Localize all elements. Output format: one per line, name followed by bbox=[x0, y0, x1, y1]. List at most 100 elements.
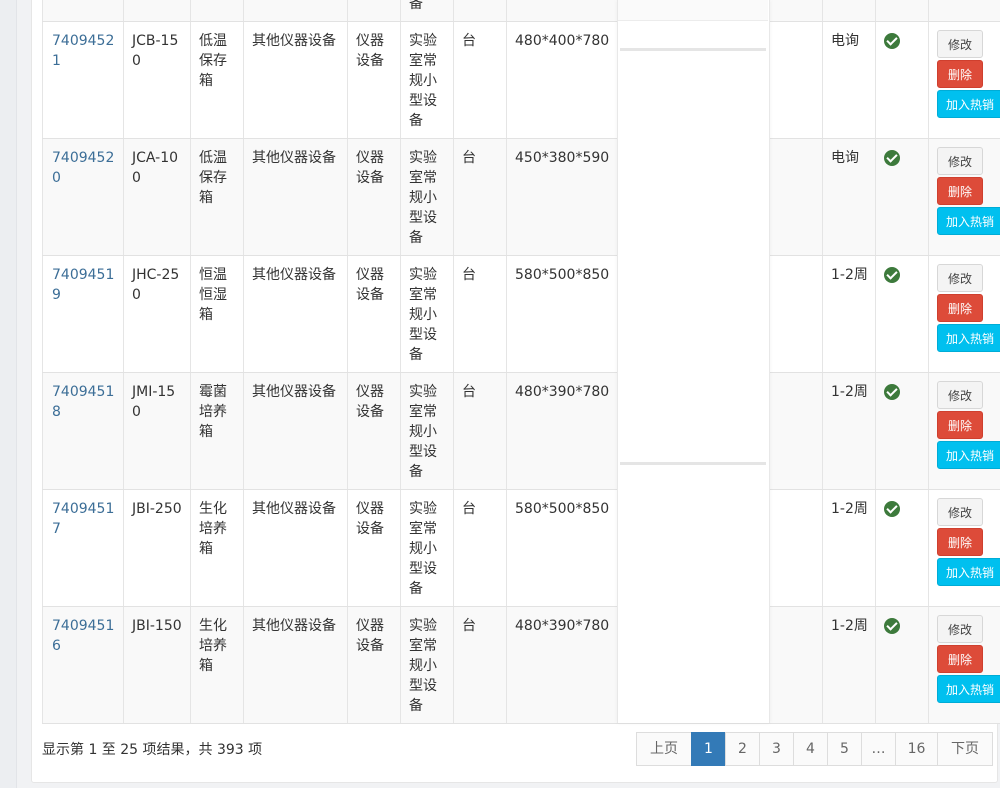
column-divider bbox=[42, 0, 43, 723]
delete-button[interactable]: 删除 bbox=[937, 294, 983, 322]
add-hot-sale-button[interactable]: 加入热销 bbox=[937, 324, 1000, 352]
delete-button[interactable]: 删除 bbox=[937, 645, 983, 673]
product-id-link[interactable]: 74094518 bbox=[52, 382, 118, 422]
unit-cell: 台 bbox=[462, 33, 476, 49]
unit-cell: 台 bbox=[462, 618, 476, 634]
subtype-cell: 实验室常规小型设备 bbox=[409, 33, 437, 129]
delivery-cell: 电询 bbox=[831, 33, 859, 49]
column-divider bbox=[347, 0, 348, 723]
edit-button[interactable]: 修改 bbox=[937, 30, 983, 58]
column-divider bbox=[822, 0, 823, 723]
page-ellipsis: … bbox=[861, 732, 896, 766]
row-divider bbox=[42, 138, 1000, 139]
subtype-cell: 实验室常规小型设备 bbox=[409, 618, 437, 714]
size-cell: 580*500*850 bbox=[515, 501, 610, 517]
delete-button[interactable]: 删除 bbox=[937, 177, 983, 205]
check-circle-icon bbox=[884, 267, 900, 283]
prev-page-button[interactable]: 上页 bbox=[636, 732, 692, 766]
page-3-button[interactable]: 3 bbox=[759, 732, 794, 766]
name-cell: 生化培养箱 bbox=[199, 501, 227, 557]
unit-cell: 台 bbox=[462, 267, 476, 283]
add-hot-sale-button[interactable]: 加入热销 bbox=[937, 441, 1000, 469]
category-cell: 其他仪器设备 bbox=[252, 501, 336, 517]
row-divider bbox=[42, 606, 1000, 607]
type-cell: 仪器设备 bbox=[356, 501, 384, 537]
size-cell: 480*390*780 bbox=[515, 384, 610, 400]
row-background bbox=[42, 0, 1000, 21]
column-divider bbox=[400, 0, 401, 723]
model-cell: JBI-150 bbox=[132, 618, 182, 634]
delivery-cell: 1-2周 bbox=[831, 501, 868, 517]
partial-row-text: 备 bbox=[409, 0, 423, 12]
add-hot-sale-button[interactable]: 加入热销 bbox=[937, 675, 1000, 703]
row-divider bbox=[42, 21, 1000, 22]
product-id-link[interactable]: 74094520 bbox=[52, 148, 118, 188]
product-id-link[interactable]: 74094517 bbox=[52, 499, 118, 539]
name-cell: 低温保存箱 bbox=[199, 33, 227, 89]
left-scroll-strip bbox=[0, 0, 17, 788]
column-divider bbox=[123, 0, 124, 723]
type-cell: 仪器设备 bbox=[356, 150, 384, 186]
column-divider bbox=[875, 0, 876, 723]
check-circle-icon bbox=[884, 501, 900, 517]
name-cell: 霉菌培养箱 bbox=[199, 384, 227, 440]
table-info: 显示第 1 至 25 项结果，共 393 项 bbox=[42, 742, 263, 758]
model-cell: JMI-150 bbox=[132, 384, 176, 420]
product-id-link[interactable]: 74094516 bbox=[52, 616, 118, 656]
column-divider bbox=[190, 0, 191, 723]
edit-button[interactable]: 修改 bbox=[937, 498, 983, 526]
delete-button[interactable]: 删除 bbox=[937, 411, 983, 439]
add-hot-sale-button[interactable]: 加入热销 bbox=[937, 558, 1000, 586]
category-cell: 其他仪器设备 bbox=[252, 618, 336, 634]
panel-divider bbox=[620, 462, 766, 465]
column-divider bbox=[453, 0, 454, 723]
column-divider bbox=[506, 0, 507, 723]
edit-button[interactable]: 修改 bbox=[937, 147, 983, 175]
size-cell: 580*500*850 bbox=[515, 267, 610, 283]
row-divider bbox=[42, 372, 1000, 373]
page-2-button[interactable]: 2 bbox=[725, 732, 760, 766]
panel-divider bbox=[620, 48, 766, 51]
check-circle-icon bbox=[884, 618, 900, 634]
category-cell: 其他仪器设备 bbox=[252, 267, 336, 283]
product-id-link[interactable]: 74094519 bbox=[52, 265, 118, 305]
type-cell: 仪器设备 bbox=[356, 267, 384, 303]
add-hot-sale-button[interactable]: 加入热销 bbox=[937, 207, 1000, 235]
add-hot-sale-button[interactable]: 加入热销 bbox=[937, 90, 1000, 118]
edit-button[interactable]: 修改 bbox=[937, 264, 983, 292]
subtype-cell: 实验室常规小型设备 bbox=[409, 267, 437, 363]
category-cell: 其他仪器设备 bbox=[252, 384, 336, 400]
delete-button[interactable]: 删除 bbox=[937, 60, 983, 88]
model-cell: JCB-150 bbox=[132, 33, 179, 69]
category-cell: 其他仪器设备 bbox=[252, 150, 336, 166]
type-cell: 仪器设备 bbox=[356, 618, 384, 654]
page-5-button[interactable]: 5 bbox=[827, 732, 862, 766]
pagination: 上页 1 2 3 4 5… 16 下页 bbox=[636, 732, 993, 766]
page-4-button[interactable]: 4 bbox=[793, 732, 828, 766]
name-cell: 恒温恒湿箱 bbox=[199, 267, 227, 323]
row-divider bbox=[42, 489, 1000, 490]
unit-cell: 台 bbox=[462, 501, 476, 517]
row-divider bbox=[42, 723, 1000, 724]
product-id-link[interactable]: 74094521 bbox=[52, 31, 118, 71]
edit-button[interactable]: 修改 bbox=[937, 381, 983, 409]
delivery-cell: 1-2周 bbox=[831, 267, 868, 283]
unit-cell: 台 bbox=[462, 384, 476, 400]
name-cell: 生化培养箱 bbox=[199, 618, 227, 674]
check-circle-icon bbox=[884, 384, 900, 400]
model-cell: JCA-100 bbox=[132, 150, 179, 186]
type-cell: 仪器设备 bbox=[356, 33, 384, 69]
size-cell: 450*380*590 bbox=[515, 150, 610, 166]
row-divider bbox=[42, 255, 1000, 256]
page-1-button[interactable]: 1 bbox=[691, 732, 726, 766]
model-cell: JHC-250 bbox=[132, 267, 180, 303]
edit-button[interactable]: 修改 bbox=[937, 615, 983, 643]
next-page-button[interactable]: 下页 bbox=[937, 732, 993, 766]
column-divider bbox=[243, 0, 244, 723]
size-cell: 480*400*780 bbox=[515, 33, 610, 49]
subtype-cell: 实验室常规小型设备 bbox=[409, 501, 437, 597]
delete-button[interactable]: 删除 bbox=[937, 528, 983, 556]
subtype-cell: 实验室常规小型设备 bbox=[409, 384, 437, 480]
delivery-cell: 1-2周 bbox=[831, 618, 868, 634]
page-16-button[interactable]: 16 bbox=[895, 732, 938, 766]
